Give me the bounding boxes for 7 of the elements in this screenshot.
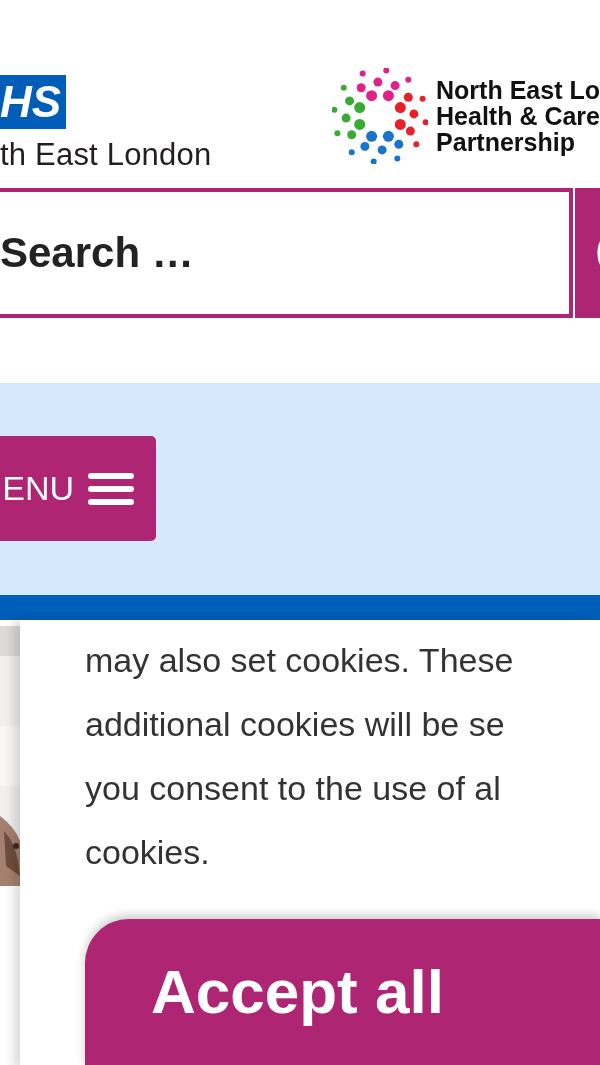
cookie-notice-text: may also set cookies. These additional cookies will be se you consent to the use of al cookies. [85, 640, 515, 873]
nhs-logo: HS [0, 75, 67, 129]
partnership-name: North East Lo Health & Care Partnership [436, 77, 600, 155]
organisation-name: th East London [0, 137, 212, 173]
accept-all-cookies-button[interactable]: Accept all [85, 919, 600, 1065]
search-field[interactable]: Search … [0, 188, 573, 318]
menu-button[interactable]: ENU [0, 436, 156, 541]
